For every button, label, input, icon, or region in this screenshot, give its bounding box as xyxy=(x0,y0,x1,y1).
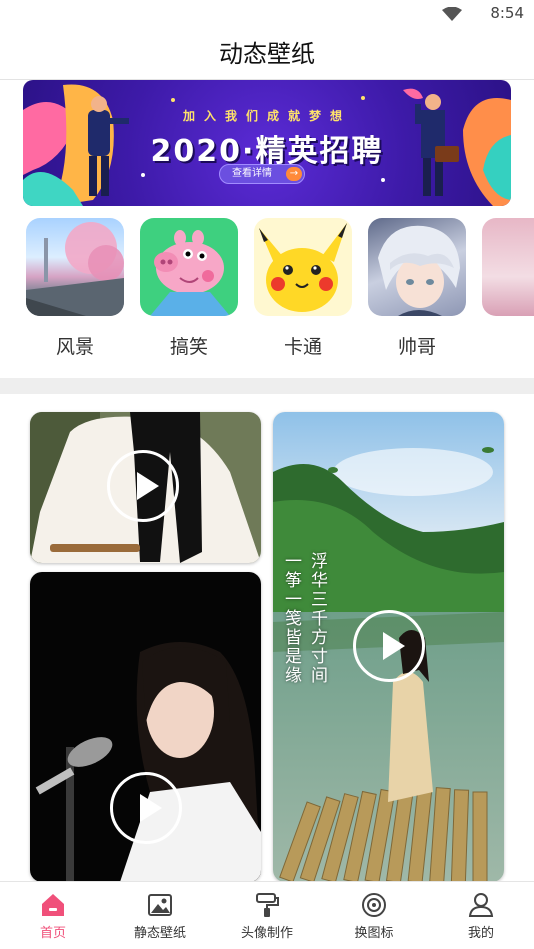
nav-label: 首页 xyxy=(39,926,66,941)
page-title: 动态壁纸 xyxy=(219,40,315,68)
banner-subtitle: 加入我们成就梦想 xyxy=(182,109,351,123)
category-funny[interactable]: 搞笑 xyxy=(140,218,238,359)
category-label: 帅哥 xyxy=(397,336,436,358)
wifi-icon xyxy=(442,7,462,21)
play-button[interactable] xyxy=(110,772,182,844)
banner-details-button[interactable]: 查看详情 → xyxy=(219,164,305,184)
category-row: 风景 搞笑 卡通 帅哥 xyxy=(0,218,534,363)
category-landscape[interactable]: 风景 xyxy=(26,218,124,359)
banner-button-label: 查看详情 xyxy=(232,168,272,179)
paint-roller-icon xyxy=(256,893,279,917)
peppa-pig-thumb xyxy=(140,218,238,316)
arrow-right-icon: → xyxy=(286,167,302,181)
wallpaper-card-2[interactable] xyxy=(30,572,261,882)
user-icon xyxy=(468,893,494,917)
play-button[interactable] xyxy=(353,610,425,682)
nav-label: 静态壁纸 xyxy=(133,926,186,941)
image-icon xyxy=(148,894,172,916)
nav-change-icon[interactable]: 换图标 xyxy=(329,892,419,941)
category-label: 风景 xyxy=(55,336,94,358)
poem-right-text: 一筝一笺皆是缘 xyxy=(281,552,301,685)
pikachu-thumb xyxy=(254,218,352,316)
category-more[interactable] xyxy=(482,218,534,316)
category-label: 卡通 xyxy=(283,336,322,358)
nav-label: 我的 xyxy=(467,926,494,941)
anime-boy-thumb xyxy=(368,218,466,316)
nav-avatar-maker[interactable]: 头像制作 xyxy=(222,892,312,941)
status-time: 8:54 xyxy=(490,4,524,22)
category-label: 搞笑 xyxy=(169,336,208,358)
category-handsome[interactable]: 帅哥 xyxy=(368,218,466,359)
nav-label: 头像制作 xyxy=(240,926,293,941)
section-divider xyxy=(0,378,534,394)
play-button[interactable] xyxy=(107,450,179,522)
girl-thumb xyxy=(482,218,534,316)
target-icon xyxy=(362,893,386,917)
bottom-nav: 首页 静态壁纸 头像制作 换图标 我的 xyxy=(0,881,534,949)
category-cartoon[interactable]: 卡通 xyxy=(254,218,352,359)
wallpaper-card-3[interactable]: 浮华三千方寸间 一筝一笺皆是缘 xyxy=(273,412,504,882)
title-bar: 动态壁纸 xyxy=(0,30,534,80)
nav-home[interactable]: 首页 xyxy=(8,892,98,941)
nav-mine[interactable]: 我的 xyxy=(436,892,526,941)
nav-label: 换图标 xyxy=(354,926,394,941)
promo-banner[interactable]: 加入我们成就梦想 2020·精英招聘 查看详情 → xyxy=(23,80,511,206)
landscape-thumb xyxy=(26,218,124,316)
home-icon xyxy=(42,894,64,916)
poem-left-text: 浮华三千方寸间 xyxy=(307,552,327,685)
nav-static-wallpaper[interactable]: 静态壁纸 xyxy=(115,892,205,941)
wallpaper-card-1[interactable] xyxy=(30,412,261,563)
status-bar: 8:54 xyxy=(0,0,534,30)
